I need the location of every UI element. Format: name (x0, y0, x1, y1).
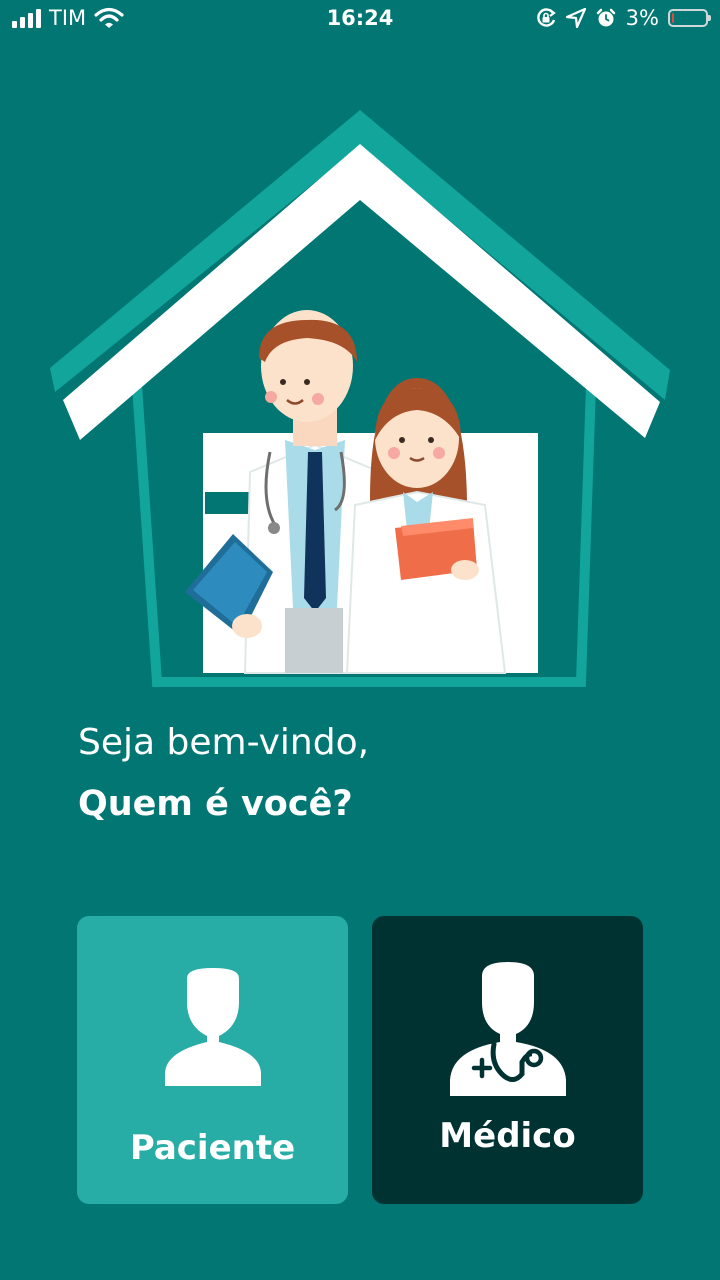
patient-role-button[interactable]: Paciente (77, 916, 348, 1204)
alarm-clock-icon (596, 8, 615, 27)
battery-icon (668, 9, 711, 27)
person-icon (164, 968, 261, 1086)
battery-level (672, 13, 674, 23)
rotation-lock-icon (536, 8, 556, 27)
patient-label: Paciente (129, 1128, 296, 1168)
doctor-label: Médico (439, 1116, 576, 1156)
doctor-role-button[interactable]: Médico (372, 916, 643, 1204)
location-arrow-icon (565, 8, 586, 28)
battery-percentage: 3% (625, 6, 659, 30)
who-are-you-question: Quem é você? (78, 784, 353, 824)
doctors-house-illustration (50, 110, 670, 687)
welcome-text: Seja bem-vindo, (78, 722, 370, 763)
status-right: 3% (535, 6, 711, 30)
doctor-stethoscope-icon (449, 962, 566, 1096)
status-bar: TIM 16:24 3% (0, 0, 720, 40)
